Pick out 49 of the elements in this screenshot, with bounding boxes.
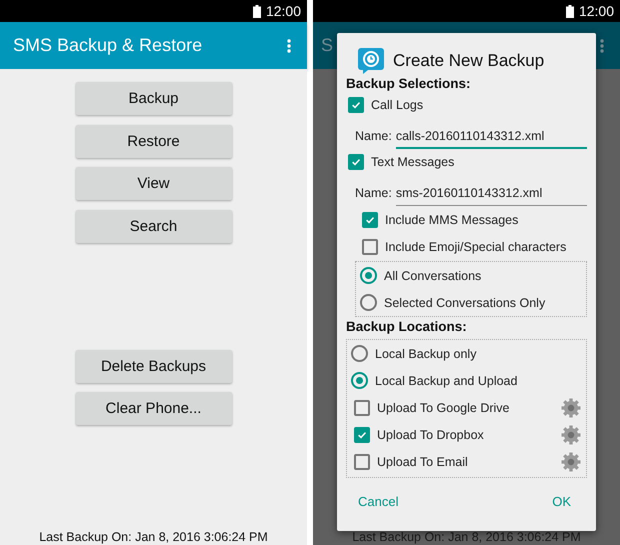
clock-time: 12:00 (578, 3, 614, 19)
overflow-menu-icon[interactable] (600, 38, 604, 52)
settings-icon[interactable] (561, 452, 581, 472)
radio-label: Selected Conversations Only (384, 296, 546, 310)
checkbox-label: Upload To Google Drive (377, 400, 510, 414)
overflow-menu-icon[interactable] (287, 38, 291, 52)
radio-label: All Conversations (384, 268, 482, 282)
action-button[interactable]: Search (76, 210, 232, 242)
name-label: Name: (355, 129, 392, 145)
radio-button[interactable] (360, 267, 377, 284)
checkbox-label: Upload To Dropbox (377, 428, 484, 442)
name-label: Name: (355, 186, 392, 202)
radio-label: Local Backup and Upload (375, 374, 518, 388)
checkbox-label: Upload To Email (377, 454, 468, 468)
radio-button[interactable] (351, 372, 368, 389)
checkbox-label: Text Messages (371, 155, 454, 169)
checkbox[interactable] (354, 400, 370, 416)
checkbox[interactable] (354, 426, 370, 442)
name-input-field[interactable]: sms-20160110143312.xml (396, 186, 587, 206)
checkbox[interactable] (348, 97, 364, 113)
action-button[interactable]: View (76, 167, 232, 200)
last-backup-text: Last Backup On: Jan 8, 2016 3:06:24 PM (39, 530, 268, 545)
section-heading: Backup Locations: (346, 319, 468, 335)
clock-time: 12:00 (266, 3, 301, 19)
action-button[interactable]: Restore (76, 124, 232, 158)
settings-icon[interactable] (561, 398, 581, 418)
radio-label: Local Backup only (375, 346, 476, 360)
checkbox-label: Include MMS Messages (385, 212, 518, 226)
checkbox-label: Include Emoji/Special characters (385, 240, 566, 254)
name-input-field[interactable]: calls-20160110143312.xml (396, 129, 587, 149)
settings-icon[interactable] (561, 424, 581, 444)
section-heading: Backup Selections: (346, 76, 472, 92)
checkbox-label: Call Logs (371, 98, 424, 112)
radio-button[interactable] (351, 345, 368, 362)
action-button[interactable]: Delete Backups (76, 350, 232, 382)
checkbox[interactable] (362, 212, 378, 228)
battery-icon (566, 4, 574, 18)
checkbox[interactable] (362, 238, 378, 254)
battery-icon (252, 4, 261, 18)
app-title: S (321, 35, 334, 56)
action-button[interactable]: Clear Phone... (76, 392, 232, 425)
checkbox[interactable] (348, 154, 364, 170)
checkbox[interactable] (354, 454, 370, 470)
dialog-title: Create New Backup (393, 51, 544, 71)
radio-button[interactable] (360, 294, 377, 311)
action-button[interactable]: Backup (76, 82, 232, 115)
app-title: SMS Backup & Restore (13, 35, 202, 56)
last-backup-text: Last Backup On: Jan 8, 2016 3:06:24 PM (352, 530, 581, 545)
app-logo-icon (357, 47, 385, 75)
